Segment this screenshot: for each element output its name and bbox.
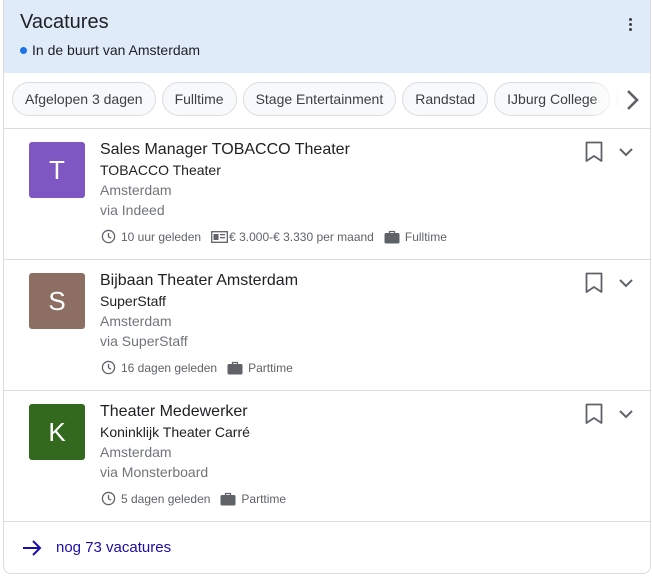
more-jobs-label[interactable]: nog 73 vacatures [56,539,171,556]
arrow-right-icon [23,540,42,556]
location-label: In de buurt van Amsterdam [20,42,200,58]
briefcase-icon [227,361,243,374]
job-listing[interactable]: T Sales Manager TOBACCO Theater TOBACCO … [4,129,650,260]
chevron-down-icon[interactable] [618,276,634,290]
salary: € 3.000-€ 3.330 per maand [229,229,374,244]
bookmark-icon[interactable] [585,141,603,163]
more-jobs-link[interactable]: nog 73 vacatures [4,522,650,573]
chip-afgelopen-3-dagen[interactable]: Afgelopen 3 dagen [12,82,156,116]
type-group: Parttime [220,492,286,506]
chip-fulltime[interactable]: Fulltime [161,82,237,116]
type-group: Fulltime [384,230,447,244]
jobs-header: Vacatures In de buurt van Amsterdam [4,0,650,73]
posted-group: 16 dagen geleden [101,360,217,375]
job-title[interactable]: Theater Medewerker [100,403,248,421]
job-location: Amsterdam [100,182,172,198]
company-logo: K [29,404,85,460]
job-meta: 10 uur geleden € 3.000-€ 3.330 per maand… [101,229,457,244]
posted-time: 5 dagen geleden [121,491,211,506]
job-title[interactable]: Sales Manager TOBACCO Theater [100,141,350,159]
company-logo: S [29,273,85,329]
type-group: Parttime [227,361,293,375]
bookmark-icon[interactable] [585,272,603,294]
clock-icon [101,491,116,506]
company-name: TOBACCO Theater [100,162,221,178]
job-title[interactable]: Bijbaan Theater Amsterdam [100,272,298,290]
chevron-down-icon[interactable] [618,145,634,159]
company-logo: T [29,142,85,198]
chip-randstad[interactable]: Randstad [402,82,489,116]
filter-chips: Afgelopen 3 dagen Fulltime Stage Enterta… [4,73,650,129]
employment-type: Parttime [248,360,293,375]
employment-type: Parttime [241,491,287,506]
salary-icon [211,230,229,243]
bookmark-icon[interactable] [585,403,603,425]
clock-icon [101,360,116,375]
posted-time: 16 dagen geleden [121,360,218,375]
job-meta: 16 dagen geleden Parttime [101,360,303,375]
jobs-card: Vacatures In de buurt van Amsterdam Afge… [3,0,651,574]
company-initial: S [48,285,66,316]
company-name: Koninklijk Theater Carré [100,424,250,440]
briefcase-icon [384,230,400,243]
location-text: In de buurt van Amsterdam [32,42,201,58]
jobs-title: Vacatures [20,11,109,33]
company-initial: T [49,154,65,185]
chevron-down-icon[interactable] [618,407,634,421]
posted-group: 10 uur geleden [101,229,201,244]
employment-type: Fulltime [404,229,447,244]
posted-time: 10 uur geleden [121,229,202,244]
chip-stage-entertainment[interactable]: Stage Entertainment [242,82,397,116]
job-source: via Indeed [100,202,165,218]
job-source: via Monsterboard [100,464,209,480]
job-source: via SuperStaff [100,333,188,349]
clock-icon [101,229,116,244]
chevron-right-icon[interactable] [620,87,644,113]
job-listing[interactable]: S Bijbaan Theater Amsterdam SuperStaff A… [4,260,650,391]
company-name: SuperStaff [100,293,166,309]
job-location: Amsterdam [100,444,172,460]
salary-group: € 3.000-€ 3.330 per maand [211,230,374,244]
job-location: Amsterdam [100,313,172,329]
job-meta: 5 dagen geleden Parttime [101,491,296,506]
posted-group: 5 dagen geleden [101,491,210,506]
location-dot-icon [20,46,27,54]
job-listing[interactable]: K Theater Medewerker Koninklijk Theater … [4,391,650,522]
briefcase-icon [220,492,236,505]
more-vert-icon[interactable] [622,12,638,36]
company-initial: K [48,416,66,447]
